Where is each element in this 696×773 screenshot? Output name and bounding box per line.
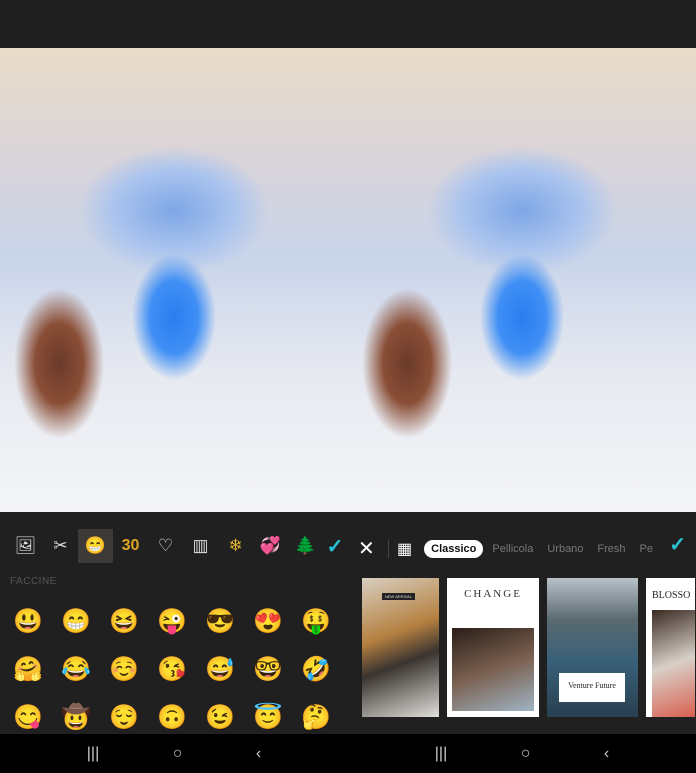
- home-button[interactable]: ○: [521, 745, 531, 763]
- emoji-grid: 😃 😁 😆 😜 😎 😍 🤑 🤗 😂 ☺️ 😘 😅 🤓 🤣 😋 🤠 😌 🙃 😉 😇 🤔: [4, 608, 340, 732]
- back-button[interactable]: ‹: [256, 745, 261, 763]
- snowflake-icon[interactable]: ❄: [218, 529, 253, 563]
- template-tag: NEW ARRIVAL: [382, 593, 416, 600]
- emoji-item[interactable]: 🙃: [148, 704, 196, 732]
- emoji-item[interactable]: 😍: [244, 608, 292, 636]
- emoji-item[interactable]: 🤠: [52, 704, 100, 732]
- layout-grid-icon[interactable]: ▦: [397, 539, 412, 559]
- emoji-item[interactable]: 🤗: [4, 656, 52, 684]
- template-thumb[interactable]: Venture Future: [547, 578, 638, 717]
- emoji-item[interactable]: 😃: [4, 608, 52, 636]
- section-title: FACCINE: [10, 576, 57, 587]
- template-image: [652, 610, 695, 717]
- emoji-item[interactable]: 🤣: [292, 656, 340, 684]
- emoji-item[interactable]: 😎: [196, 608, 244, 636]
- recents-button[interactable]: |||: [87, 745, 99, 763]
- emoji-item[interactable]: 😅: [196, 656, 244, 684]
- filter-tab-urbano[interactable]: Urbano: [547, 543, 583, 555]
- template-thumb[interactable]: NEW ARRIVAL: [362, 578, 439, 717]
- sticker-toolbar: 🖼 ✂ 😁 30 ♡ ▥ ❄ 💞 🌲 ✓: [8, 528, 347, 564]
- sticker-panel: 🖼 ✂ 😁 30 ♡ ▥ ❄ 💞 🌲 ✓ FACCINE 😃 😁 😆 😜 😎 😍 🤑 🤗 😂 ☺️…: [0, 512, 348, 734]
- number-30-icon[interactable]: 30: [113, 529, 148, 563]
- emoji-item[interactable]: 😜: [148, 608, 196, 636]
- emoji-item[interactable]: 🤓: [244, 656, 292, 684]
- template-image: [452, 628, 534, 711]
- filter-tab-pellicola[interactable]: Pellicola: [492, 543, 533, 555]
- heart-icon[interactable]: ♡: [148, 529, 183, 563]
- texture-icon[interactable]: ▥: [183, 529, 218, 563]
- emoji-item[interactable]: ☺️: [100, 656, 148, 684]
- template-title: Venture Future: [559, 673, 625, 702]
- emoji-item[interactable]: 😋: [4, 704, 52, 732]
- gallery-icon[interactable]: 🖼: [8, 529, 43, 563]
- emoji-item[interactable]: 😘: [148, 656, 196, 684]
- filter-tab-fresh[interactable]: Fresh: [597, 543, 625, 555]
- divider: [388, 539, 389, 558]
- top-bar: [0, 0, 696, 48]
- emoji-item[interactable]: 😉: [196, 704, 244, 732]
- emoji-item[interactable]: 😁: [52, 608, 100, 636]
- emoji-item[interactable]: 😌: [100, 704, 148, 732]
- recents-button[interactable]: |||: [435, 745, 447, 763]
- template-list: NEW ARRIVAL CHANGE Venture Future BLOSSO: [362, 578, 695, 717]
- filter-tab-partial[interactable]: Pe: [640, 543, 653, 555]
- template-thumb[interactable]: CHANGE: [447, 578, 539, 717]
- photo-preview-right: [348, 48, 696, 512]
- emoji-item[interactable]: 🤑: [292, 608, 340, 636]
- template-title: CHANGE: [464, 588, 522, 600]
- close-icon[interactable]: ✕: [358, 536, 380, 561]
- emoji-item[interactable]: 😆: [100, 608, 148, 636]
- filter-tab-classico[interactable]: Classico: [424, 539, 484, 558]
- photo-preview-left: [0, 48, 348, 512]
- hearts-icon[interactable]: 💞: [253, 529, 288, 563]
- emoji-item[interactable]: 😂: [52, 656, 100, 684]
- back-button[interactable]: ‹: [604, 745, 609, 763]
- emoji-item[interactable]: 😇: [244, 704, 292, 732]
- emoji-sticker-icon[interactable]: 😁: [78, 529, 113, 563]
- emoji-item[interactable]: 🤔: [292, 704, 340, 732]
- cutout-icon[interactable]: ✂: [43, 529, 78, 563]
- system-nav-bar: ||| ○ ‹ ||| ○ ‹: [0, 734, 696, 773]
- christmas-tree-icon[interactable]: 🌲: [288, 529, 323, 563]
- template-panel: ✕ ▦ Classico Pellicola Urbano Fresh Pe ✓…: [348, 512, 696, 734]
- template-title: BLOSSO: [652, 590, 691, 601]
- confirm-check-icon[interactable]: ✓: [323, 529, 347, 563]
- confirm-check-icon[interactable]: ✓: [669, 532, 686, 557]
- filter-toolbar: ✕ ▦ Classico Pellicola Urbano Fresh Pe: [358, 536, 667, 561]
- template-thumb[interactable]: BLOSSO: [646, 578, 695, 717]
- home-button[interactable]: ○: [173, 745, 183, 763]
